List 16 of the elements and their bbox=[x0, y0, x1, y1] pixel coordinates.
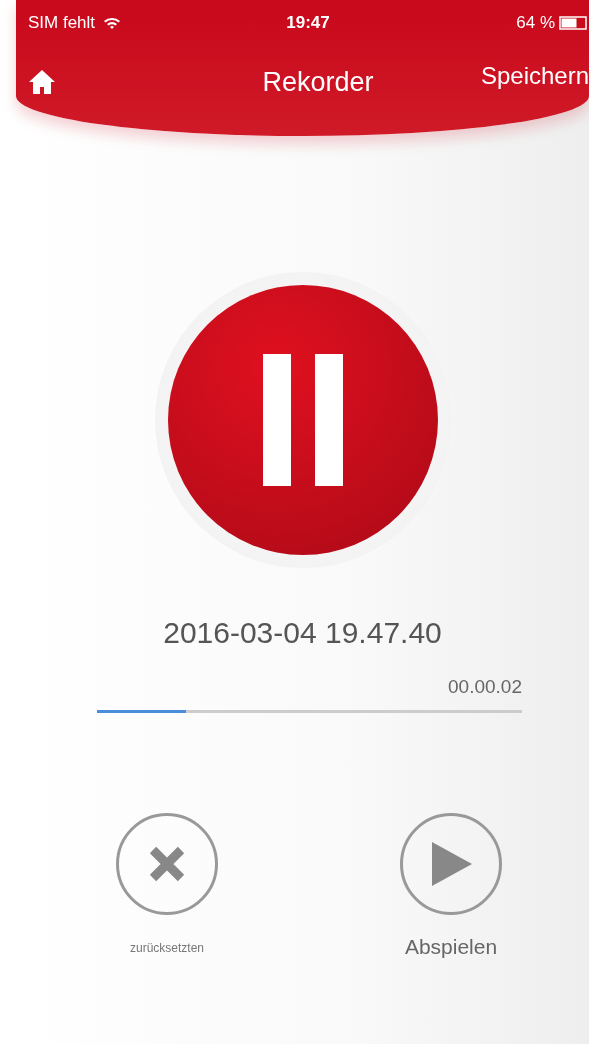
pause-icon bbox=[262, 354, 343, 486]
clock-text: 19:47 bbox=[285, 12, 331, 35]
reset-button[interactable] bbox=[116, 812, 218, 915]
elapsed-time: 00.00.02 bbox=[447, 675, 522, 699]
wifi-icon bbox=[103, 16, 122, 30]
recording-name: 2016-03-04 19.47.40 bbox=[162, 615, 443, 651]
battery-icon bbox=[559, 16, 589, 30]
save-button[interactable]: Speichern bbox=[480, 58, 589, 94]
carrier-text: SIM fehlt bbox=[28, 12, 96, 35]
home-icon bbox=[28, 69, 56, 95]
play-button[interactable] bbox=[400, 812, 502, 915]
button-label: Abspielen bbox=[404, 933, 498, 960]
button-label: zurücksetzten bbox=[129, 939, 204, 957]
play-icon bbox=[430, 841, 472, 886]
battery-text: 64 % bbox=[516, 12, 555, 35]
screen-title: Rekorder bbox=[261, 65, 375, 99]
